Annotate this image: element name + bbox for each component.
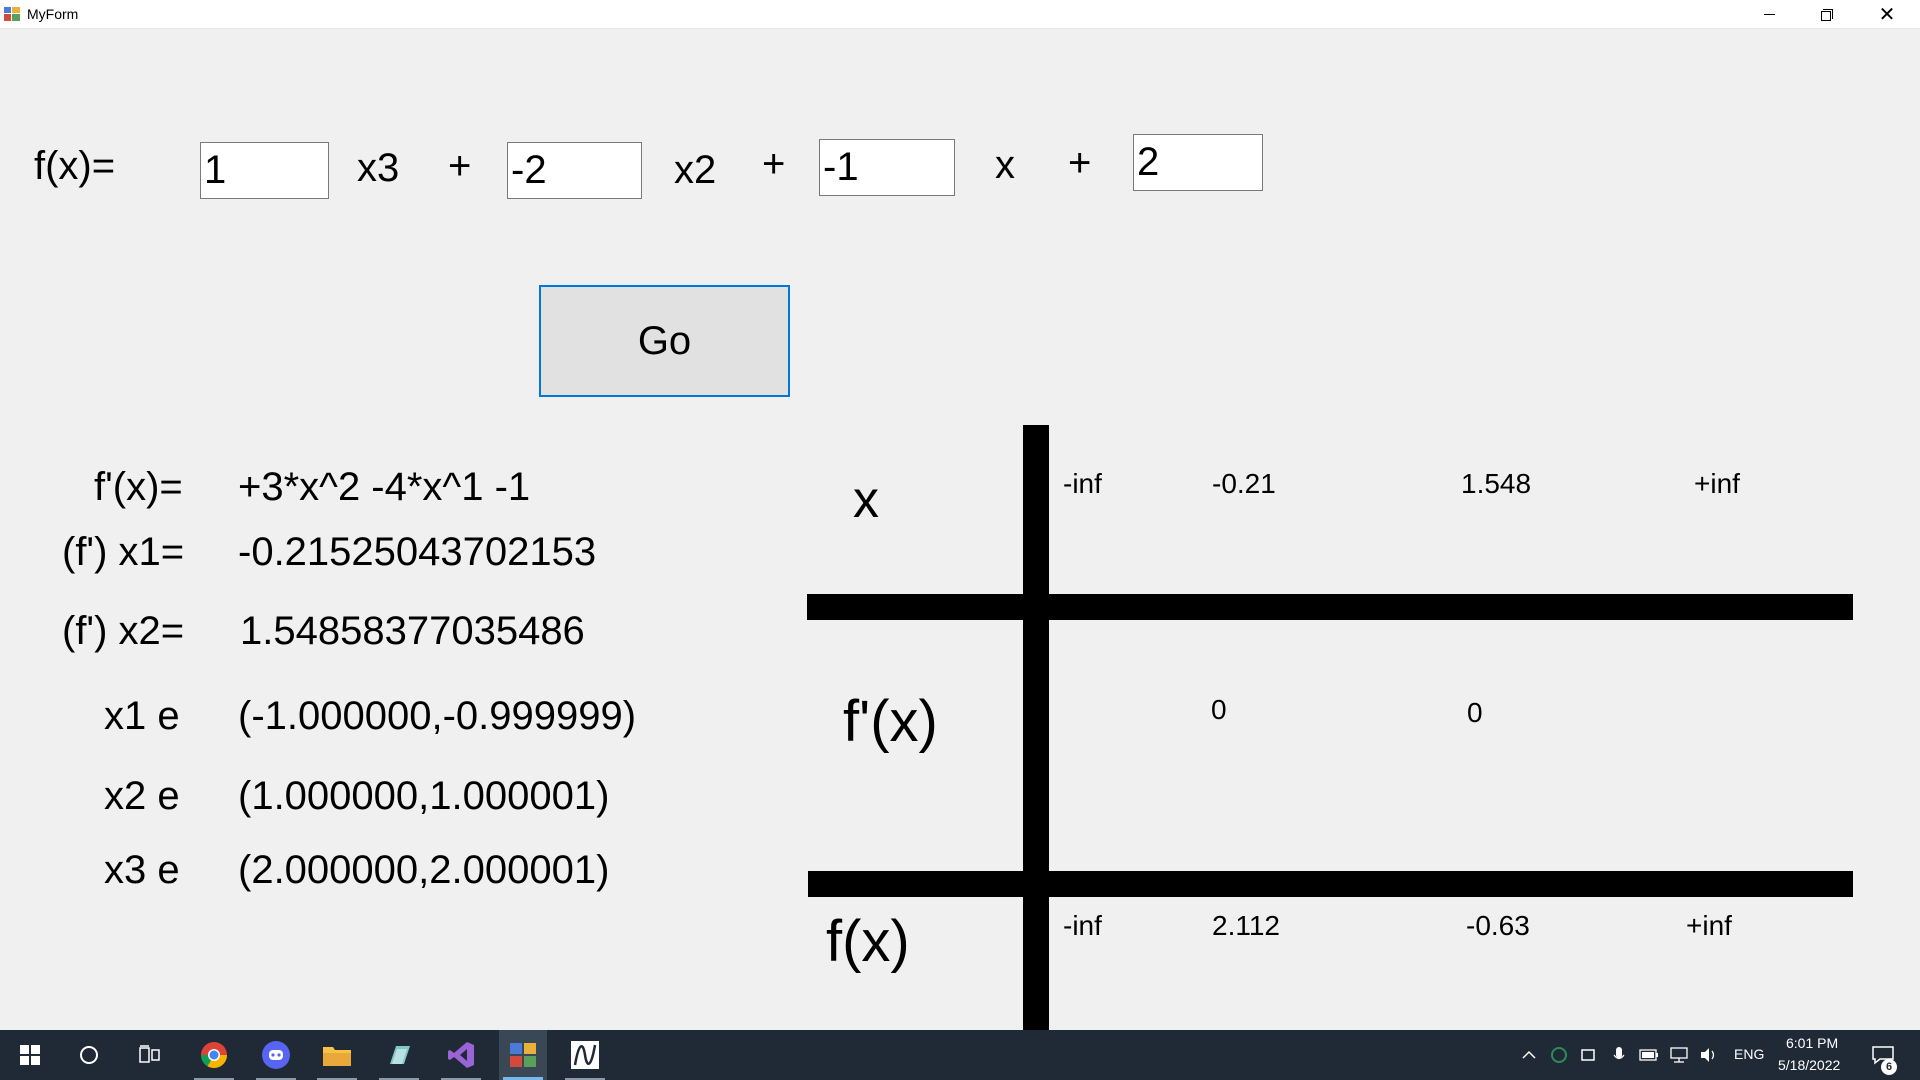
x-value-1: -inf bbox=[1063, 468, 1102, 499]
root-3-label: x3 e bbox=[104, 848, 180, 892]
tray-microphone-button[interactable] bbox=[1609, 1045, 1629, 1065]
coef-x1-input[interactable]: -1 bbox=[819, 139, 955, 196]
table-vertical-divider bbox=[1023, 425, 1049, 1030]
root-3-interval: (2.000000,2.000001) bbox=[238, 848, 610, 892]
notification-count-badge: 6 bbox=[1881, 1059, 1897, 1075]
file-explorer-icon bbox=[323, 1047, 351, 1066]
restore-icon bbox=[1821, 8, 1833, 21]
coef-x2-input[interactable]: -2 bbox=[507, 142, 642, 199]
go-button[interactable]: Go bbox=[539, 285, 790, 397]
table-fprime-header: f'(x) bbox=[843, 689, 938, 754]
table-divider-1 bbox=[807, 594, 1853, 620]
tray-battery-button[interactable] bbox=[1639, 1045, 1659, 1065]
critical-x1-label: (f') x1= bbox=[62, 530, 185, 574]
taskbar-myform[interactable] bbox=[499, 1030, 547, 1080]
myform-icon bbox=[510, 1043, 536, 1067]
table-f-header: f(x) bbox=[826, 909, 910, 974]
discord-icon bbox=[262, 1041, 290, 1069]
plus-label-2: + bbox=[762, 142, 786, 186]
root-2-label: x2 e bbox=[104, 774, 180, 818]
taskbar-file-explorer[interactable] bbox=[313, 1030, 361, 1080]
fprime-zero-1: 0 bbox=[1211, 694, 1227, 725]
plus-label-1: + bbox=[448, 144, 472, 188]
x-value-3: 1.548 bbox=[1461, 468, 1532, 499]
chrome-icon bbox=[200, 1042, 228, 1069]
tray-network-button[interactable] bbox=[1669, 1045, 1689, 1065]
table-x-header: x bbox=[853, 471, 879, 529]
critical-x2-label: (f') x2= bbox=[62, 609, 185, 653]
form-app-icon bbox=[4, 7, 20, 21]
speaker-icon bbox=[1701, 1048, 1715, 1062]
tray-app-button[interactable] bbox=[1549, 1045, 1569, 1065]
language-indicator[interactable]: ENG bbox=[1734, 1046, 1764, 1062]
app-icon bbox=[390, 1046, 410, 1064]
taskbar-graph-app[interactable] bbox=[561, 1030, 609, 1080]
task-view-button[interactable] bbox=[126, 1030, 174, 1080]
chevron-up-icon bbox=[1522, 1050, 1536, 1059]
close-button[interactable]: ✕ bbox=[1858, 0, 1916, 29]
camera-icon bbox=[1581, 1049, 1595, 1061]
fx-label: f(x)= bbox=[34, 144, 116, 188]
x-value-2: -0.21 bbox=[1212, 468, 1276, 499]
fprime-zero-2: 0 bbox=[1467, 697, 1483, 728]
x-value-4: +inf bbox=[1694, 468, 1740, 499]
show-hidden-icons-button[interactable] bbox=[1519, 1045, 1539, 1065]
window-title: MyForm bbox=[27, 6, 79, 22]
title-bar: MyForm ✕ bbox=[0, 0, 1920, 29]
clock-time[interactable]: 6:01 PM bbox=[1786, 1035, 1838, 1051]
coef-x3-input[interactable]: 1 bbox=[200, 142, 329, 199]
table-divider-2 bbox=[808, 871, 1853, 897]
visual-studio-icon bbox=[448, 1042, 474, 1068]
taskbar: ENG 6:01 PM 5/18/2022 6 bbox=[0, 1030, 1920, 1080]
minimize-button[interactable] bbox=[1740, 0, 1798, 29]
close-icon: ✕ bbox=[1878, 3, 1896, 26]
term-x3-label: x3 bbox=[357, 146, 400, 190]
coef-const-input[interactable]: 2 bbox=[1133, 134, 1263, 191]
graph-app-icon bbox=[571, 1041, 599, 1069]
start-button[interactable] bbox=[6, 1030, 54, 1080]
derivative-value: +3*x^2 -4*x^1 -1 bbox=[238, 465, 531, 509]
shield-icon bbox=[1551, 1047, 1567, 1063]
clock-date[interactable]: 5/18/2022 bbox=[1778, 1057, 1840, 1073]
derivative-label: f'(x)= bbox=[94, 465, 183, 509]
f-value-3: -0.63 bbox=[1466, 910, 1530, 941]
myform-window: MyForm ✕ f(x)= 1 x3 + -2 x2 + -1 x + 2 G… bbox=[0, 0, 1920, 1030]
f-value-1: -inf bbox=[1063, 910, 1102, 941]
root-2-interval: (1.000000,1.000001) bbox=[238, 774, 610, 818]
critical-x1-value: -0.21525043702153 bbox=[238, 530, 597, 574]
critical-x2-value: 1.54858377035486 bbox=[240, 609, 585, 653]
battery-icon bbox=[1639, 1049, 1658, 1061]
microphone-icon bbox=[1613, 1047, 1625, 1060]
f-value-4: +inf bbox=[1686, 910, 1732, 941]
term-x-label: x bbox=[995, 143, 1015, 187]
plus-label-3: + bbox=[1068, 141, 1092, 185]
taskbar-discord[interactable] bbox=[252, 1030, 300, 1080]
search-button[interactable] bbox=[65, 1030, 113, 1080]
start-icon bbox=[20, 1045, 40, 1065]
task-view-icon bbox=[139, 1045, 160, 1063]
search-icon bbox=[80, 1046, 98, 1064]
taskbar-visual-studio[interactable] bbox=[437, 1030, 485, 1080]
root-1-interval: (-1.000000,-0.999999) bbox=[238, 694, 637, 738]
root-1-label: x1 e bbox=[104, 694, 180, 738]
tray-meet-button[interactable] bbox=[1579, 1045, 1599, 1065]
f-value-2: 2.112 bbox=[1212, 910, 1280, 941]
taskbar-chrome[interactable] bbox=[190, 1030, 238, 1080]
network-icon bbox=[1670, 1047, 1688, 1063]
tray-volume-button[interactable] bbox=[1699, 1045, 1719, 1065]
minimize-icon bbox=[1763, 14, 1775, 15]
term-x2-label: x2 bbox=[674, 148, 717, 192]
restore-button[interactable] bbox=[1798, 0, 1856, 29]
taskbar-app[interactable] bbox=[375, 1030, 423, 1080]
